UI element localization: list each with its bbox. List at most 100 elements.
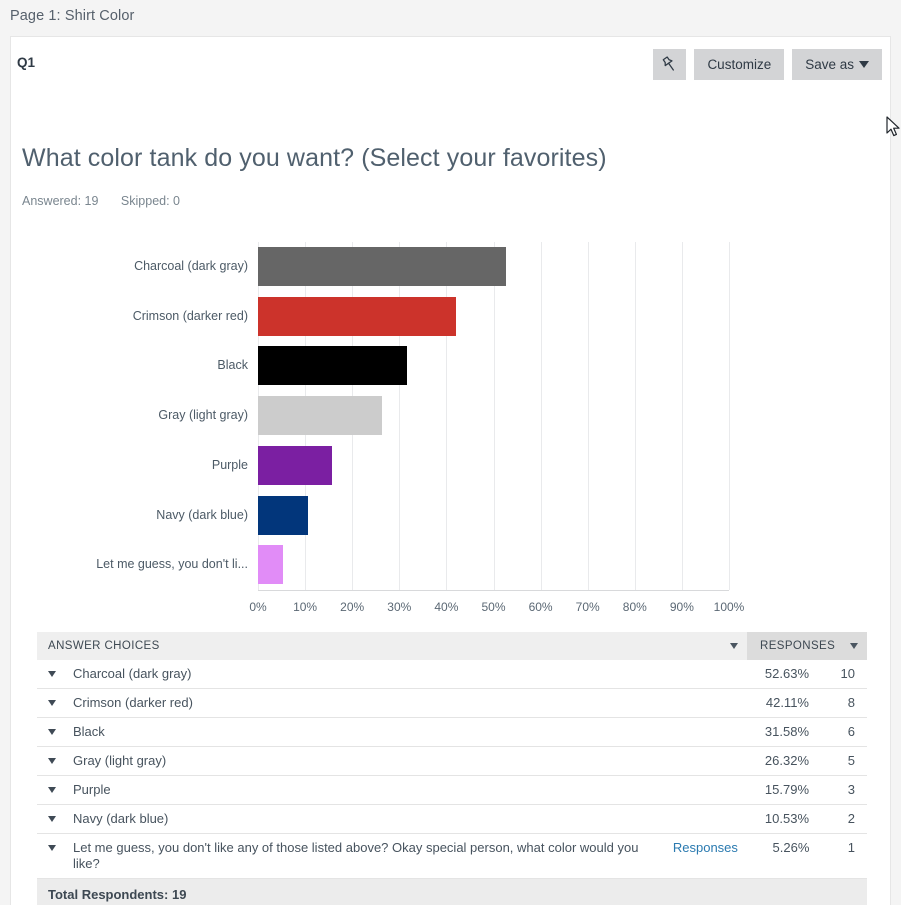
table-row: Purple 15.79% 3	[37, 776, 867, 805]
table-row: Crimson (darker red) 42.11% 8	[37, 689, 867, 718]
chart-x-tick-label: 60%	[528, 600, 553, 614]
chart-category-label: Crimson (darker red)	[132, 308, 248, 323]
answer-choice-cell: Black	[37, 718, 747, 746]
save-as-button[interactable]: Save as	[792, 49, 882, 80]
answer-choice-label: Crimson (darker red)	[73, 695, 193, 710]
expand-caret-icon[interactable]	[48, 787, 56, 793]
chart-x-tick-label: 80%	[622, 600, 647, 614]
chart-category-label: Let me guess, you don't li...	[96, 557, 248, 572]
chevron-down-icon	[859, 61, 869, 68]
chart-bar[interactable]	[258, 247, 506, 286]
table-row: Navy (dark blue) 10.53% 2	[37, 805, 867, 834]
chart-x-tick-label: 20%	[340, 600, 365, 614]
column-header-answer-choices[interactable]: ANSWER CHOICES	[37, 632, 747, 660]
answered-count: Answered: 19	[22, 194, 99, 208]
pin-button[interactable]	[653, 49, 687, 80]
answer-choice-label: Charcoal (dark gray)	[73, 666, 192, 681]
customize-button[interactable]: Customize	[694, 49, 785, 80]
expand-caret-icon[interactable]	[48, 845, 56, 851]
response-percent-cell: 31.58%	[764, 724, 809, 739]
response-percent-cell: 15.79%	[764, 782, 809, 797]
question-card: Q1 Customize Save as What color tank do …	[10, 36, 891, 905]
answer-choice-cell: Purple	[37, 776, 747, 804]
answer-choice-cell: Crimson (darker red)	[37, 689, 747, 717]
chart-x-tick-label: 10%	[293, 600, 318, 614]
response-percent-cell: 5.26%	[772, 840, 810, 855]
sort-caret-icon[interactable]	[730, 643, 738, 649]
chart-category-label: Navy (dark blue)	[156, 507, 248, 522]
expand-caret-icon[interactable]	[48, 700, 56, 706]
chart-x-axis-line	[258, 590, 729, 591]
sort-caret-icon[interactable]	[850, 643, 858, 649]
skipped-count: Skipped: 0	[120, 194, 180, 208]
chart-x-tick-label: 40%	[434, 600, 459, 614]
table-header-row: ANSWER CHOICES RESPONSES	[37, 632, 867, 660]
chart-x-tick-label: 0%	[249, 600, 267, 614]
response-percent-cell: 42.11%	[765, 695, 809, 710]
breadcrumb: Page 1: Shirt Color	[10, 8, 135, 24]
response-summary: Answered: 19 Skipped: 0	[22, 194, 199, 208]
response-count-cell: 1	[847, 840, 855, 855]
answer-choice-cell: Navy (dark blue)	[37, 805, 747, 833]
response-percent-cell: 52.63%	[764, 666, 809, 681]
results-bar-chart: Charcoal (dark gray) Crimson (darker red)…	[11, 232, 892, 622]
answer-choice-cell: Let me guess, you don't like any of thos…	[37, 834, 748, 878]
chart-bar-row	[258, 391, 729, 441]
view-responses-link[interactable]: Responses	[673, 840, 738, 856]
response-count-cell: 2	[847, 811, 855, 826]
answer-choice-label: Gray (light gray)	[73, 753, 167, 768]
question-number: Q1	[17, 55, 36, 70]
answer-choice-label: Navy (dark blue)	[73, 811, 169, 826]
expand-caret-icon[interactable]	[48, 816, 56, 822]
chart-x-tick-label: 100%	[713, 600, 745, 614]
save-as-label: Save as	[805, 57, 854, 72]
chart-bar[interactable]	[258, 296, 457, 336]
page-title: What color tank do you want? (Select you…	[22, 144, 607, 172]
response-count-cell: 5	[847, 753, 855, 768]
answer-choice-label: Purple	[73, 782, 111, 797]
expand-caret-icon[interactable]	[48, 758, 56, 764]
chart-gridline	[729, 242, 730, 590]
survey-results-page: Page 1: Shirt Color Q1 Customize Save as…	[0, 0, 901, 905]
response-count-cell: 6	[847, 724, 855, 739]
chart-category-label: Charcoal (dark gray)	[134, 259, 248, 274]
chart-plot-area	[258, 242, 730, 590]
table-row: Charcoal (dark gray) 52.63% 10	[37, 660, 867, 689]
response-count-cell: 8	[847, 695, 855, 710]
response-percent-cell: 10.53%	[764, 811, 809, 826]
chart-category-label: Purple	[211, 457, 248, 472]
response-count-cell: 3	[847, 782, 855, 797]
total-respondents-label: Total Respondents: 19	[48, 886, 187, 902]
expand-caret-icon[interactable]	[48, 729, 56, 735]
chart-category-label: Black	[217, 358, 248, 373]
chart-x-tick-label: 50%	[481, 600, 506, 614]
mouse-cursor-icon	[886, 116, 900, 137]
chart-x-tick-label: 90%	[669, 600, 694, 614]
results-table: ANSWER CHOICES RESPONSES Charcoal (dark …	[37, 632, 867, 905]
response-percent-cell: 26.32%	[764, 753, 809, 768]
chart-bar[interactable]	[258, 495, 308, 535]
answer-choice-cell: Charcoal (dark gray)	[37, 660, 747, 688]
chart-bar-row	[258, 242, 729, 292]
chart-x-tick-label: 30%	[387, 600, 412, 614]
chart-bar[interactable]	[258, 396, 382, 436]
table-row: Let me guess, you don't like any of thos…	[37, 834, 867, 879]
card-toolbar: Customize Save as	[653, 49, 882, 80]
chart-category-label: Gray (light gray)	[158, 408, 248, 423]
answer-choice-label: Black	[73, 724, 105, 739]
total-respondents-row: Total Respondents: 19	[37, 879, 867, 905]
answer-choices-label: ANSWER CHOICES	[48, 640, 160, 652]
answer-choice-cell: Gray (light gray)	[37, 747, 747, 775]
table-row: Gray (light gray) 26.32% 5	[37, 747, 867, 776]
chart-bar[interactable]	[258, 346, 407, 386]
chart-bar-row	[258, 491, 729, 541]
chart-bar[interactable]	[258, 545, 283, 585]
expand-caret-icon[interactable]	[48, 671, 56, 677]
chart-bar[interactable]	[258, 445, 333, 485]
column-header-responses[interactable]: RESPONSES	[747, 632, 867, 660]
chart-x-tick-label: 70%	[575, 600, 600, 614]
chart-bar-row	[258, 441, 729, 491]
chart-bar-row	[258, 292, 729, 342]
chart-bar-row	[258, 341, 729, 391]
responses-label: RESPONSES	[760, 640, 836, 652]
